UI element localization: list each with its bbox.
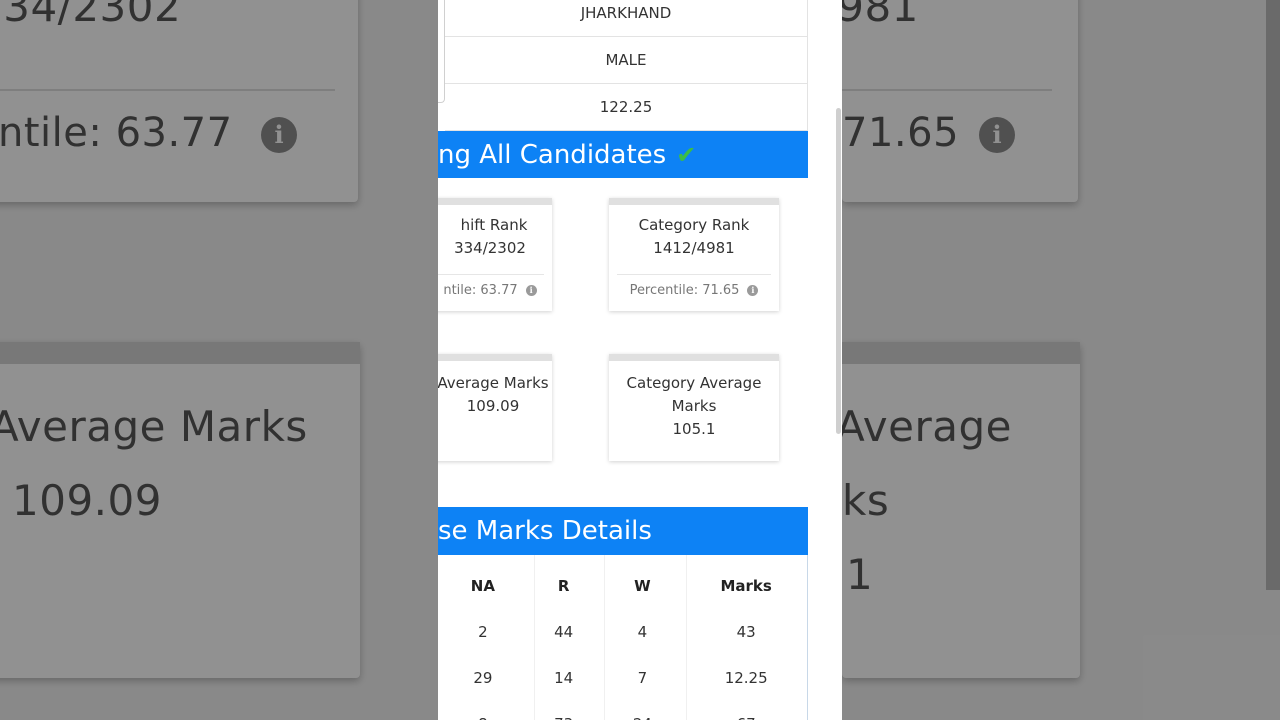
cell-r: 44: [554, 623, 574, 641]
table-row: 29 14 7 12.25: [438, 655, 807, 701]
state-value: JHARKHAND: [580, 4, 672, 22]
category-average-label-2: Marks: [671, 397, 717, 415]
category-rank-label: Category Rank: [638, 216, 750, 234]
cell-w: 24: [600, 715, 686, 720]
shift-rank-card: hift Rank 334/2302 ntile: 63.77 i: [438, 198, 552, 311]
category-percentile-row: Percentile: 71.65 i: [609, 283, 779, 298]
cell-na: 29: [473, 669, 493, 687]
average-marks-value: 109.09: [466, 397, 520, 415]
col-header-na: NA: [470, 577, 495, 595]
average-marks-label: Average Marks: [438, 374, 549, 392]
average-marks-card: Average Marks 109.09: [438, 354, 552, 461]
info-icon[interactable]: i: [525, 285, 537, 296]
info-row-gender: MALE: [445, 37, 807, 84]
marks-section-title: se Marks Details: [438, 516, 652, 546]
column-separator: [604, 555, 605, 720]
info-row-state: JHARKHAND: [445, 0, 807, 37]
cell-r: 73: [528, 715, 600, 720]
left-card-edge: [438, 0, 445, 103]
cell-w: 4: [637, 623, 648, 641]
category-percentile: Percentile: 71.65: [629, 283, 740, 298]
category-average-value: 105.1: [672, 420, 716, 438]
results-page[interactable]: JHARKHAND MALE 122.25 ng All Candidates …: [438, 0, 842, 720]
shift-percentile: ntile: 63.77: [443, 283, 518, 298]
marks-details-table: NA R W Marks 2 44 4 43 29 14 7 12.25 8 7…: [438, 555, 808, 720]
marks-section-header: se Marks Details: [438, 507, 808, 555]
cell-marks: 12.25: [724, 669, 768, 687]
shift-percentile-row: ntile: 63.77 i: [438, 283, 552, 298]
card-divider: [617, 274, 771, 275]
cell-marks: 67: [685, 715, 807, 720]
cell-w: 7: [637, 669, 648, 687]
info-icon[interactable]: i: [747, 285, 759, 296]
page-scrollbar[interactable]: [836, 108, 841, 434]
col-header-marks: Marks: [720, 577, 772, 595]
category-average-label-1: Category Average: [626, 374, 762, 392]
col-header-w: W: [634, 577, 651, 595]
category-average-card: Category Average Marks 105.1: [609, 354, 779, 461]
shift-rank-value: 334/2302: [454, 239, 526, 257]
category-rank-card: Category Rank 1412/4981 Percentile: 71.6…: [609, 198, 779, 311]
cell-marks: 43: [736, 623, 756, 641]
candidate-info-table: JHARKHAND MALE 122.25: [445, 0, 808, 131]
column-separator: [686, 555, 687, 720]
check-icon: ✔: [676, 140, 697, 169]
cell-r: 14: [554, 669, 574, 687]
gender-value: MALE: [605, 51, 647, 69]
cell-na: 8: [438, 715, 528, 720]
table-header-row: NA R W Marks: [438, 563, 807, 609]
card-divider: [438, 274, 544, 275]
category-rank-value: 1412/4981: [653, 239, 735, 257]
table-row: 8 73 24 67: [438, 701, 807, 720]
ranking-section-title: ng All Candidates: [438, 139, 667, 170]
col-header-r: R: [557, 577, 570, 595]
column-separator: [534, 555, 535, 720]
ranking-section-header: ng All Candidates ✔: [438, 131, 808, 178]
bg-scrollbar: [1266, 0, 1280, 590]
info-row-total-marks: 122.25: [445, 84, 807, 131]
table-row: 2 44 4 43: [438, 609, 807, 655]
cell-na: 2: [478, 623, 488, 641]
shift-rank-label: hift Rank: [460, 216, 528, 234]
total-marks-value: 122.25: [599, 98, 653, 116]
